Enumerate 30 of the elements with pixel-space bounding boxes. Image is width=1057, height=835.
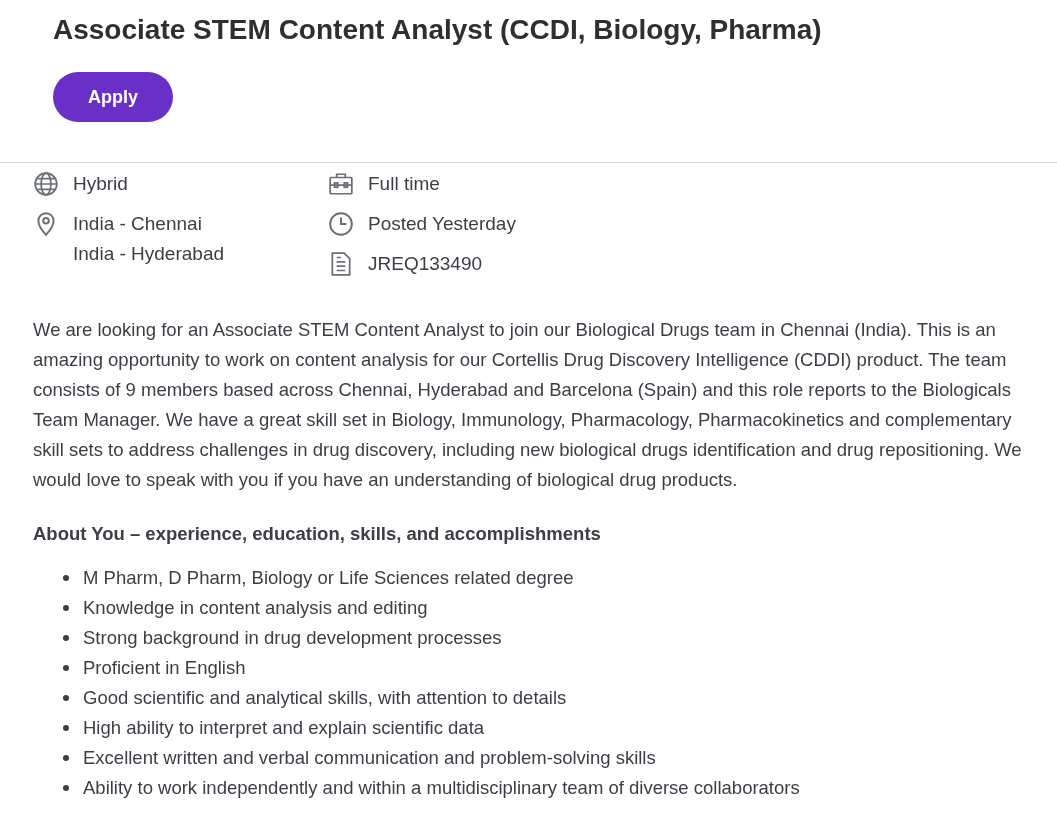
bullet-text: High ability to interpret and explain scientific data bbox=[83, 716, 485, 740]
detail-text: JREQ133490 bbox=[368, 252, 483, 276]
bullet-icon bbox=[63, 695, 69, 701]
description-paragraph: We are looking for an Associate STEM Content Analyst to join our Biological Drugs team in Chennai (India). This is an amazing opportunity to work on content analysis for our Cortellis Drug Discovery Intelligence (CDDI) product. The team consists of 9 members based across Chennai, Hyderabad and Barcelona (Spain) and this role reports to the Biologicals Team Manager. We have a great skill set in Biology, Immunology, Pharmacology, Pharmacokinetics and complementary skill sets to address challenges in drug discovery, including new biological drugs identification and drug repositioning. We would love to speak with you if you have an understanding of biological drug products. bbox=[33, 318, 1023, 492]
briefcase-icon bbox=[328, 171, 354, 197]
bullet-text: Knowledge in content analysis and editing bbox=[83, 596, 428, 620]
bullet-text: Proficient in English bbox=[83, 656, 246, 680]
bullet-icon bbox=[63, 635, 69, 641]
bullet-text: M Pharm, D Pharm, Biology or Life Sciences related degree bbox=[83, 566, 574, 590]
bullet-icon bbox=[63, 605, 69, 611]
job-title: Associate STEM Content Analyst (CCDI, Biology, Pharma) bbox=[53, 13, 823, 47]
bullet-icon bbox=[63, 575, 69, 581]
bullet-text: Strong background in drug development processes bbox=[83, 626, 502, 650]
clock-icon bbox=[328, 211, 354, 237]
detail-text: Hybrid bbox=[73, 172, 128, 196]
document-icon bbox=[328, 251, 354, 277]
bullet-text: Good scientific and analytical skills, with attention to details bbox=[83, 686, 567, 710]
detail-text: Full time bbox=[368, 172, 440, 196]
bullet-icon bbox=[63, 785, 69, 791]
bullet-icon bbox=[63, 755, 69, 761]
globe-icon bbox=[33, 171, 59, 197]
bullet-text: Excellent written and verbal communication and problem-solving skills bbox=[83, 746, 656, 770]
apply-button[interactable]: Apply bbox=[53, 72, 173, 122]
detail-text: India - Hyderabad bbox=[73, 242, 225, 266]
bullet-text: Ability to work independently and within a multidisciplinary team of diverse collaborators bbox=[83, 776, 800, 800]
bullet-icon bbox=[63, 725, 69, 731]
section-heading: About You – experience, education, skills, and accomplishments bbox=[33, 522, 602, 546]
bullet-icon bbox=[63, 665, 69, 671]
detail-text: India - Chennai bbox=[73, 212, 203, 236]
detail-text: Posted Yesterday bbox=[368, 212, 516, 236]
